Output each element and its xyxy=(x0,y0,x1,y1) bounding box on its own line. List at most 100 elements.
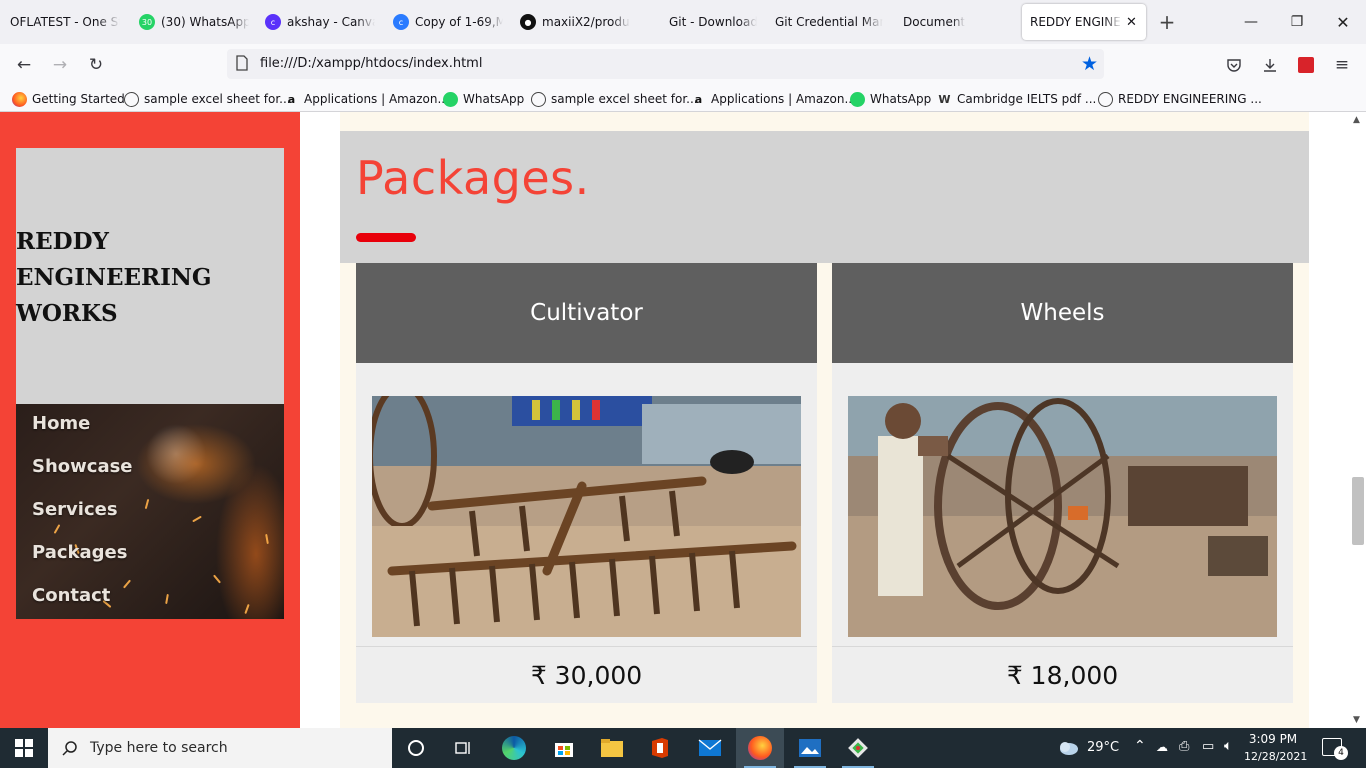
reload-icon[interactable]: ↻ xyxy=(82,51,110,79)
title-underline xyxy=(356,233,416,242)
task-view-icon[interactable] xyxy=(440,728,488,768)
downloads-icon[interactable] xyxy=(1256,51,1284,79)
device-icon[interactable]: ⎙ xyxy=(1179,739,1189,754)
package-price: ₹ 30,000 xyxy=(356,646,817,703)
w-icon: W xyxy=(938,92,951,106)
show-hidden-icons[interactable]: ⌃ xyxy=(1134,738,1146,754)
scroll-down-icon[interactable]: ▼ xyxy=(1353,715,1360,725)
globe-icon xyxy=(1098,91,1113,107)
clock-date[interactable]: 12/28/2021 xyxy=(1244,750,1307,763)
mail-icon[interactable] xyxy=(686,728,734,768)
nav-packages[interactable]: Packages xyxy=(32,542,127,563)
store-icon[interactable] xyxy=(540,728,588,768)
tab-label: REDDY ENGINEER xyxy=(1030,15,1122,29)
tab-git-credential[interactable]: Git Credential Mana xyxy=(775,0,883,44)
firefox-icon xyxy=(12,91,27,107)
bookmark-sample-excel[interactable]: sample excel sheet for... xyxy=(124,90,291,108)
maximize-icon[interactable]: ❐ xyxy=(1274,0,1320,44)
canva-icon: c xyxy=(265,14,281,30)
bookmark-whatsapp-2[interactable]: WhatsApp xyxy=(850,90,931,108)
tab-whatsapp[interactable]: 30 (30) WhatsApp xyxy=(139,0,249,44)
canva-icon: c xyxy=(393,14,409,30)
whatsapp-icon xyxy=(443,91,458,107)
bookmark-sample-excel-2[interactable]: sample excel sheet for... xyxy=(531,90,698,108)
nav-home[interactable]: Home xyxy=(32,413,90,434)
volume-icon[interactable]: 🔈︎ xyxy=(1224,738,1232,754)
bookmarks-toolbar: Getting Started sample excel sheet for..… xyxy=(0,86,1366,112)
bookmark-amazon-applications[interactable]: a Applications | Amazon... xyxy=(284,90,449,108)
network-sync-icon[interactable]: ☁ xyxy=(1156,740,1168,754)
firefox-taskbar-icon[interactable] xyxy=(736,728,784,768)
site-brand-title: REDDY ENGINEERING WORKS xyxy=(16,228,212,327)
start-button[interactable] xyxy=(0,728,48,768)
tab-github[interactable]: ● maxiiX2/produc xyxy=(520,0,630,44)
menu-icon[interactable]: ≡ xyxy=(1328,51,1356,79)
tab-strip: OFLATEST - One Sto 30 (30) WhatsApp c aksh… xyxy=(0,0,1366,44)
back-icon[interactable]: ← xyxy=(10,51,38,79)
amazon-icon: a xyxy=(694,92,703,106)
bookmark-getting-started[interactable]: Getting Started xyxy=(12,90,125,108)
tab-label: OFLATEST - One Sto xyxy=(10,15,120,29)
git-gui-icon[interactable] xyxy=(834,728,882,768)
address-bar[interactable]: file:///D:/xampp/htdocs/index.html ★ xyxy=(227,49,1104,79)
close-tab-icon[interactable]: ✕ xyxy=(1126,15,1137,30)
nav-contact[interactable]: Contact xyxy=(32,585,110,606)
minimize-icon[interactable]: — xyxy=(1228,0,1274,44)
scroll-up-icon[interactable]: ▲ xyxy=(1353,115,1360,125)
scrollbar-thumb[interactable] xyxy=(1352,477,1364,545)
tab-reddy-engineering[interactable]: REDDY ENGINEER ✕ xyxy=(1022,4,1146,40)
package-card-cultivator[interactable]: Cultivator ₹ 30,000 xyxy=(356,263,817,703)
tab-canva[interactable]: c akshay - Canva xyxy=(265,0,375,44)
tab-label: Document xyxy=(903,15,966,29)
tab-label: maxiiX2/produc xyxy=(542,15,630,29)
nav-services[interactable]: Services xyxy=(32,499,118,520)
windows-logo-icon xyxy=(15,739,33,757)
photos-icon[interactable] xyxy=(786,728,834,768)
bookmark-amazon-applications-2[interactable]: a Applications | Amazon... xyxy=(691,90,856,108)
bookmark-label: Getting Started xyxy=(32,92,125,106)
file-explorer-icon[interactable] xyxy=(588,728,636,768)
wheels-photo xyxy=(848,396,1277,637)
bookmark-reddy-engineering[interactable]: REDDY ENGINEERING ... xyxy=(1098,90,1262,108)
tab-label: Git Credential Mana xyxy=(775,15,883,29)
bookmark-label: WhatsApp xyxy=(870,92,932,106)
pocket-icon[interactable] xyxy=(1220,51,1248,79)
packages-header: Packages. xyxy=(340,131,1309,263)
cortana-icon[interactable] xyxy=(392,728,440,768)
clock-time[interactable]: 3:09 PM xyxy=(1246,732,1300,746)
extension-icon[interactable] xyxy=(1292,51,1320,79)
whatsapp-icon: 30 xyxy=(139,14,155,30)
edge-icon[interactable] xyxy=(490,728,538,768)
tab-label: Git - Downloadi xyxy=(669,15,757,29)
nav-showcase[interactable]: Showcase xyxy=(32,456,133,477)
amazon-icon: a xyxy=(287,92,296,106)
taskbar-search[interactable]: Type here to search xyxy=(48,728,392,768)
battery-icon[interactable]: ▭ xyxy=(1202,739,1214,754)
github-icon: ● xyxy=(520,14,536,30)
bookmark-star-icon[interactable]: ★ xyxy=(1081,53,1098,75)
notification-count: 4 xyxy=(1334,746,1348,760)
tab-oflatest[interactable]: OFLATEST - One Sto xyxy=(10,0,120,44)
package-name: Wheels xyxy=(832,263,1293,363)
tab-canva-copy[interactable]: c Copy of 1-69,M xyxy=(393,0,503,44)
office-icon[interactable] xyxy=(636,728,684,768)
bookmark-whatsapp[interactable]: WhatsApp xyxy=(443,90,524,108)
tab-git-download[interactable]: Git - Downloadi xyxy=(669,0,757,44)
new-tab-icon[interactable]: + xyxy=(1145,0,1189,44)
weather-cloud-icon xyxy=(1060,742,1078,755)
package-card-wheels[interactable]: Wheels ₹ 18,000 xyxy=(832,263,1293,703)
bookmark-label: REDDY ENGINEERING ... xyxy=(1118,92,1262,106)
whatsapp-icon xyxy=(850,91,865,107)
page-icon xyxy=(236,55,248,71)
tab-document[interactable]: Document xyxy=(903,0,1003,44)
bookmark-label: Cambridge IELTS pdf ... xyxy=(957,92,1097,106)
forward-icon[interactable]: → xyxy=(46,51,74,79)
close-window-icon[interactable]: ✕ xyxy=(1320,0,1366,44)
url-text: file:///D:/xampp/htdocs/index.html xyxy=(260,56,483,71)
search-icon xyxy=(62,741,77,756)
bookmark-cambridge-ielts[interactable]: W Cambridge IELTS pdf ... xyxy=(937,90,1096,108)
weather-temperature[interactable]: 29°C xyxy=(1087,740,1119,755)
globe-icon xyxy=(124,91,139,107)
tab-label: Copy of 1-69,M xyxy=(415,15,503,29)
page-scrollbar[interactable]: ▲ ▼ xyxy=(1350,112,1366,728)
